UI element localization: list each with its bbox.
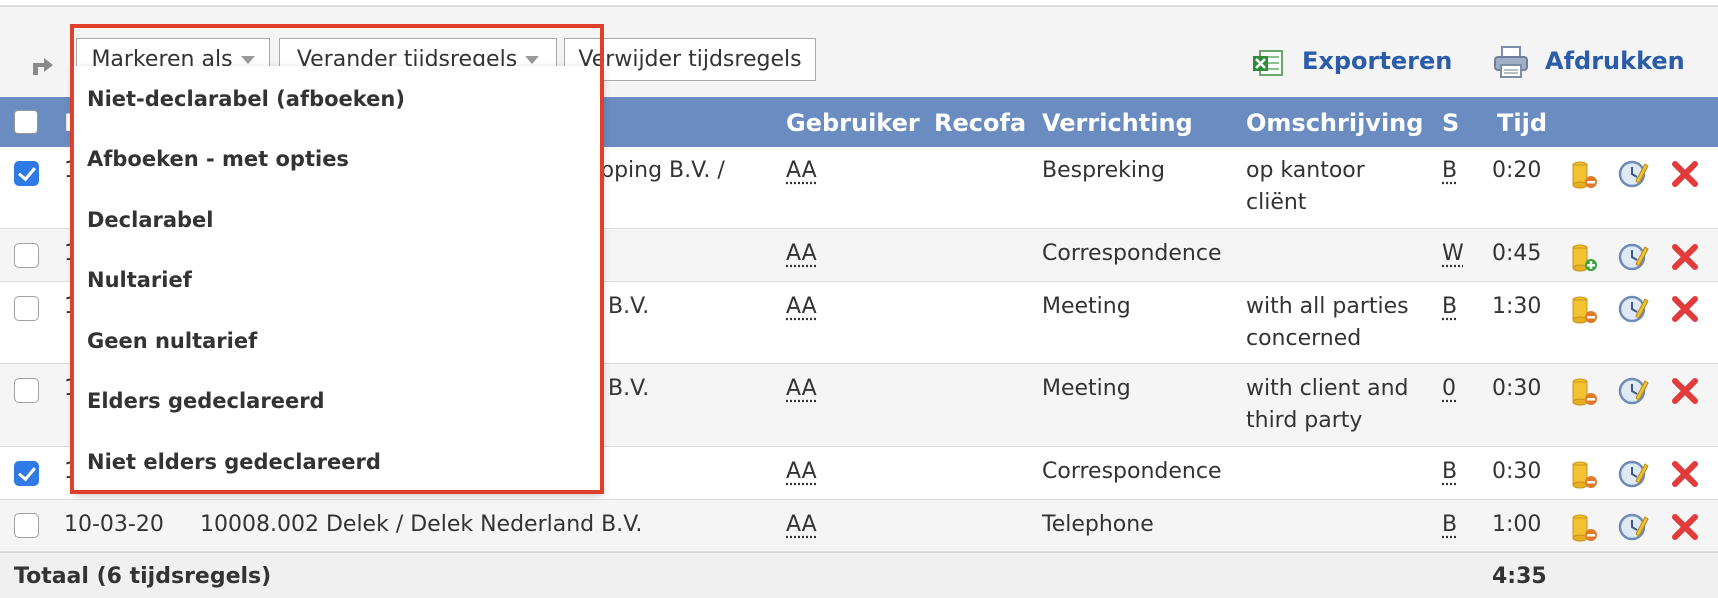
column-header-verrichting[interactable]: Verrichting	[1042, 109, 1193, 137]
row-verrichting: Correspondence	[1042, 459, 1222, 484]
row-dossier: B.V.	[608, 376, 650, 401]
excel-icon	[1253, 50, 1283, 76]
coins-remove-icon[interactable]	[1566, 157, 1600, 191]
row-dossier: ipping B.V. /	[594, 158, 725, 183]
row-gebruiker[interactable]: AA	[786, 456, 817, 488]
coins-remove-icon[interactable]	[1566, 510, 1600, 544]
delete-icon[interactable]	[1668, 292, 1702, 326]
menu-item-afboeken-met-opties[interactable]: Afboeken - met opties	[87, 147, 349, 171]
menu-item-niet-elders-gedeclareerd[interactable]: Niet elders gedeclareerd	[87, 450, 381, 474]
delete-icon[interactable]	[1668, 157, 1702, 191]
coins-remove-icon[interactable]	[1566, 457, 1600, 491]
row-tijd: 1:30	[1492, 294, 1542, 319]
coins-remove-icon[interactable]	[1566, 292, 1600, 326]
menu-item-nultarief[interactable]: Nultarief	[87, 268, 192, 292]
row-omschrijving-line2: concerned	[1246, 326, 1362, 351]
printer-icon	[1494, 46, 1528, 78]
delete-icon[interactable]	[1668, 374, 1702, 408]
row-omschrijving-line1: op kantoor	[1246, 158, 1365, 183]
clock-edit-icon[interactable]	[1616, 510, 1650, 544]
row-status[interactable]: B	[1442, 291, 1457, 323]
delete-icon[interactable]	[1668, 457, 1702, 491]
row-verrichting: Correspondence	[1042, 241, 1222, 266]
clock-edit-icon[interactable]	[1616, 240, 1650, 274]
markeren-als-menu: Niet-declarabel (afboeken) Afboeken - me…	[74, 66, 602, 492]
clock-edit-icon[interactable]	[1616, 292, 1650, 326]
select-all-checkbox[interactable]	[14, 110, 38, 134]
row-tijd: 0:30	[1492, 459, 1542, 484]
clock-edit-icon[interactable]	[1616, 157, 1650, 191]
row-tijd: 0:30	[1492, 376, 1542, 401]
column-header-omschrijving[interactable]: Omschrijving	[1246, 109, 1423, 137]
row-gebruiker[interactable]: AA	[786, 373, 817, 405]
row-dossier: 10008.002 Delek / Delek Nederland B.V.	[200, 512, 643, 537]
row-gebruiker[interactable]: AA	[786, 291, 817, 323]
row-status[interactable]: B	[1442, 155, 1457, 187]
row-checkbox[interactable]	[14, 513, 39, 538]
row-verrichting: Bespreking	[1042, 158, 1165, 183]
row-checkbox[interactable]	[14, 243, 39, 268]
row-omschrijving-line1: with client and	[1246, 376, 1409, 401]
arrow-right-icon	[33, 58, 53, 75]
total-row: Totaal (6 tijdsregels) 4:35	[0, 552, 1718, 598]
row-gebruiker[interactable]: AA	[786, 238, 817, 270]
row-checkbox[interactable]	[14, 378, 39, 403]
row-tijd: 0:45	[1492, 241, 1542, 266]
chevron-down-icon	[525, 56, 540, 64]
row-checkbox[interactable]	[14, 296, 39, 321]
row-verrichting: Meeting	[1042, 294, 1131, 319]
row-status[interactable]: W	[1442, 238, 1464, 270]
clock-edit-icon[interactable]	[1616, 374, 1650, 408]
coins-add-icon[interactable]	[1566, 240, 1600, 274]
clock-edit-icon[interactable]	[1616, 457, 1650, 491]
menu-item-elders-gedeclareerd[interactable]: Elders gedeclareerd	[87, 389, 325, 413]
row-omschrijving-line2: third party	[1246, 408, 1363, 433]
delete-icon[interactable]	[1668, 240, 1702, 274]
row-checkbox[interactable]	[14, 161, 39, 186]
column-header-recofa[interactable]: Recofa	[934, 109, 1026, 137]
row-checkbox[interactable]	[14, 461, 39, 486]
column-header-gebruiker[interactable]: Gebruiker	[786, 109, 920, 137]
row-omschrijving-line2: cliënt	[1246, 190, 1307, 215]
row-tijd: 0:20	[1492, 158, 1542, 183]
row-gebruiker[interactable]: AA	[786, 155, 817, 187]
row-date: 10-03-20	[64, 512, 164, 537]
row-verrichting: Telephone	[1042, 512, 1154, 537]
row-dossier: B.V.	[608, 294, 650, 319]
menu-item-geen-nultarief[interactable]: Geen nultarief	[87, 329, 257, 353]
row-status[interactable]: B	[1442, 456, 1457, 488]
table-row[interactable]: 10-03-20 10008.002 Delek / Delek Nederla…	[0, 500, 1718, 552]
exporteren-link[interactable]: Exporteren	[1302, 47, 1452, 75]
afdrukken-link[interactable]: Afdrukken	[1545, 47, 1685, 75]
coins-remove-icon[interactable]	[1566, 374, 1600, 408]
column-header-tijd[interactable]: Tijd	[1497, 109, 1547, 137]
row-status[interactable]: 0	[1442, 373, 1456, 405]
row-omschrijving-line1: with all parties	[1246, 294, 1409, 319]
row-verrichting: Meeting	[1042, 376, 1131, 401]
row-tijd: 1:00	[1492, 512, 1542, 537]
total-time: 4:35	[1492, 564, 1547, 589]
column-header-s[interactable]: S	[1442, 109, 1459, 137]
delete-icon[interactable]	[1668, 510, 1702, 544]
menu-item-niet-declarabel[interactable]: Niet-declarabel (afboeken)	[87, 87, 405, 111]
menu-item-declarabel[interactable]: Declarabel	[87, 208, 214, 232]
total-label: Totaal (6 tijdsregels)	[14, 564, 272, 589]
chevron-down-icon	[240, 56, 255, 64]
row-gebruiker[interactable]: AA	[786, 509, 817, 541]
row-status[interactable]: B	[1442, 509, 1457, 541]
